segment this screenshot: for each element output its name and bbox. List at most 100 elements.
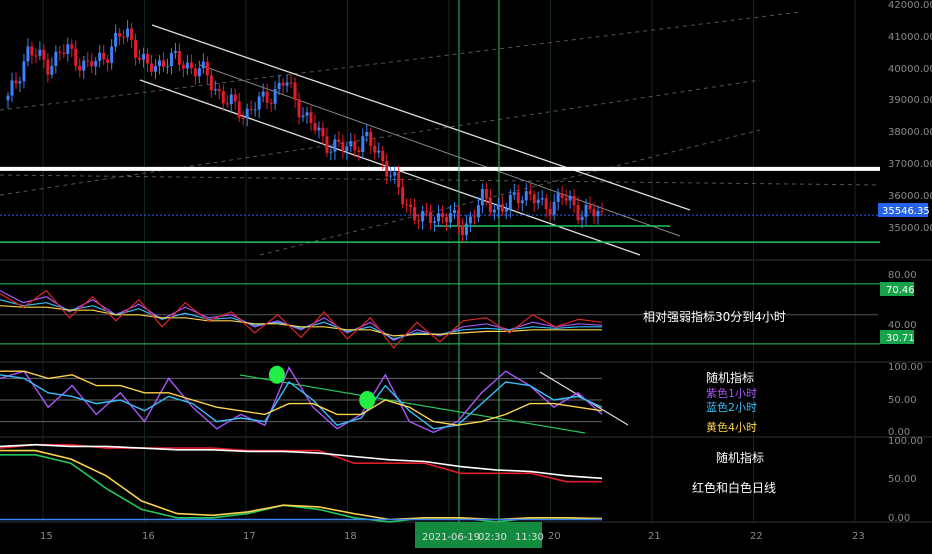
candle-body	[161, 60, 165, 67]
indicator-series-line	[0, 449, 603, 521]
candle-body	[536, 199, 540, 204]
candle-body	[26, 46, 30, 62]
candle-body	[564, 197, 568, 201]
candle-body	[345, 146, 349, 152]
price-tick: 42000.00	[888, 0, 932, 11]
cursor-time-label-2: 11:30	[515, 532, 544, 543]
stoch-tick: 100.00	[888, 362, 923, 373]
candle-body	[289, 82, 293, 84]
stoch-marker	[359, 391, 376, 409]
candle-body	[460, 225, 464, 236]
candle-body	[341, 141, 345, 152]
candle-body	[437, 213, 441, 222]
x-tick: 21	[648, 531, 661, 542]
candle-body	[185, 62, 189, 69]
x-tick: 18	[344, 531, 357, 542]
candle-body	[229, 94, 233, 105]
candle-body	[241, 117, 245, 119]
candle-body	[317, 127, 321, 131]
candle-body	[237, 101, 241, 118]
candle-body	[413, 207, 417, 221]
candle-body	[588, 204, 592, 210]
daily-annotation-line: 红色和白色日线	[692, 480, 776, 495]
candle-body	[249, 108, 253, 110]
stoch-annotation-yellow: 黄色4小时	[706, 420, 757, 434]
candle-body	[401, 187, 405, 205]
candle-body	[464, 223, 468, 236]
stoch-annotation-title: 随机指标	[706, 370, 754, 385]
candle-body	[130, 28, 134, 40]
candle-body	[106, 59, 110, 63]
candle-body	[568, 195, 572, 201]
candle-body	[476, 205, 480, 218]
candle-body	[261, 91, 265, 97]
indicator-series-line	[0, 453, 603, 523]
candle-body	[397, 172, 401, 188]
candle-body	[138, 57, 142, 60]
candle-body	[385, 161, 389, 177]
candle-body	[201, 61, 205, 69]
candle-body	[433, 221, 437, 224]
candle-body	[50, 65, 54, 75]
candle-body	[572, 195, 576, 206]
candle-body	[361, 136, 365, 152]
candle-body	[337, 139, 341, 142]
candle-body	[429, 211, 433, 224]
candle-body	[42, 49, 46, 60]
x-tick: 16	[142, 531, 155, 542]
candle-body	[488, 197, 492, 213]
candle-body	[441, 213, 445, 218]
candle-body	[456, 210, 460, 226]
candle-body	[349, 141, 353, 147]
candle-body	[233, 94, 237, 102]
candle-body	[381, 150, 385, 162]
chart-canvas[interactable]: 42000.00 41000.00 40000.00 39000.00 3800…	[0, 0, 932, 550]
indicator-series-line	[0, 370, 603, 426]
price-tick: 37000.00	[888, 159, 932, 170]
trend-dashed-line	[0, 174, 881, 186]
candle-body	[82, 60, 86, 71]
candle-body	[580, 216, 584, 221]
candle-body	[281, 82, 285, 86]
candle-body	[576, 205, 580, 221]
candle-body	[405, 204, 409, 206]
candle-body	[126, 28, 130, 37]
candle-body	[66, 44, 70, 55]
x-tick: 17	[243, 531, 256, 542]
candle-body	[181, 64, 185, 69]
candle-body	[122, 36, 126, 38]
candle-body	[409, 204, 413, 208]
daily-tick: 0.00	[888, 513, 910, 524]
candle-body	[293, 82, 297, 100]
candle-body	[596, 211, 600, 217]
trend-dashed-line	[0, 11, 801, 111]
candle-body	[285, 82, 289, 86]
candle-body	[305, 112, 309, 116]
candle-body	[54, 51, 58, 66]
indicator-series-line	[0, 289, 603, 349]
candle-body	[480, 189, 484, 206]
candle-body	[70, 44, 74, 49]
x-tick: 15	[40, 531, 53, 542]
trend-dashed-line	[0, 79, 761, 196]
cursor-time-label: 02:30	[478, 532, 507, 543]
candle-body	[257, 96, 261, 110]
candle-body	[205, 61, 209, 76]
candle-body	[540, 198, 544, 200]
candle-body	[269, 102, 273, 104]
candle-body	[325, 136, 329, 153]
candle-body	[492, 209, 496, 213]
candle-body	[309, 112, 313, 124]
daily-tick: 50.00	[888, 474, 917, 485]
price-tick: 41000.00	[888, 32, 932, 43]
candle-body	[520, 200, 524, 204]
candle-body	[273, 89, 277, 104]
candle-body	[369, 131, 373, 146]
candle-body	[528, 191, 532, 195]
candle-body	[38, 49, 42, 56]
trading-chart[interactable]: 42000.00 41000.00 40000.00 39000.00 3800…	[0, 0, 932, 550]
candle-body	[30, 46, 34, 56]
candle-body	[329, 151, 333, 153]
candle-body	[377, 150, 381, 153]
indicator-series-line	[0, 299, 602, 340]
